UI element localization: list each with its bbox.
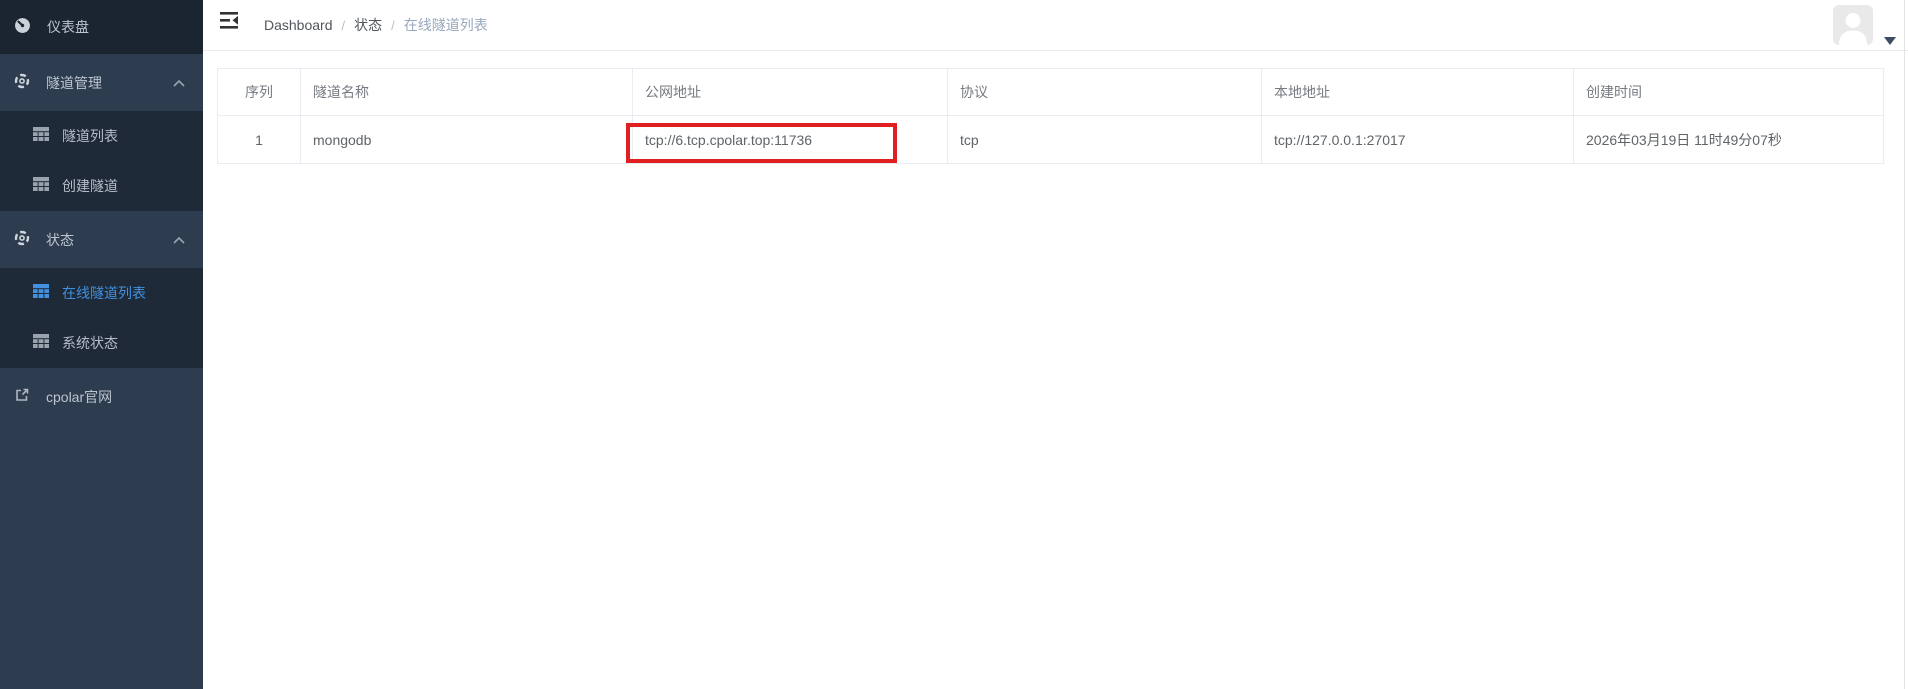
breadcrumb: Dashboard / 状态 / 在线隧道列表 [264,0,488,50]
cell-public-url: tcp://6.tcp.cpolar.top:11736 [632,115,948,164]
sidebar-item-create-tunnel[interactable]: 创建隧道 [0,161,203,211]
breadcrumb-item-status[interactable]: 状态 [354,15,382,35]
sidebar-item-dashboard[interactable]: 仪表盘 [0,0,203,54]
external-link-icon [14,387,30,406]
column-header-seq: 序列 [217,68,301,116]
cell-local-addr: tcp://127.0.0.1:27017 [1261,115,1574,164]
online-tunnel-table: 序列 隧道名称 公网地址 协议 本地地址 创建时间 1 mongodb tcp:… [217,68,1884,164]
top-navbar: Dashboard / 状态 / 在线隧道列表 [203,0,1908,51]
sidebar-submenu-status: 在线隧道列表 系统状态 [0,268,203,368]
window-edge-line [1904,0,1905,689]
sidebar-item-system-status[interactable]: 系统状态 [0,318,203,368]
main-content: Dashboard / 状态 / 在线隧道列表 序列 隧道名称 公网地址 协议 … [203,0,1908,689]
cell-tunnel-name: mongodb [300,115,633,164]
ring-icon [14,73,30,92]
chevron-up-icon [172,75,186,91]
app-window: 仪表盘 隧道管理 隧道列表 创建隧道 状态 在线隧道列表 系统状态 cpolar… [0,0,1908,689]
column-header-created-at: 创建时间 [1573,68,1884,116]
sidebar-group-tunnel-management[interactable]: 隧道管理 [0,54,203,111]
sidebar-item-label: 隧道列表 [62,128,118,144]
cell-protocol: tcp [947,115,1262,164]
table-header-row: 序列 隧道名称 公网地址 协议 本地地址 创建时间 [217,68,1884,116]
cell-seq: 1 [217,115,301,164]
column-header-protocol: 协议 [947,68,1262,116]
column-header-local-addr: 本地地址 [1261,68,1574,116]
table-grid-icon [33,127,49,145]
cell-created-at: 2026年03月19日 11时49分07秒 [1573,115,1884,164]
table-row: 1 mongodb tcp://6.tcp.cpolar.top:11736 t… [217,115,1884,164]
column-header-public-url: 公网地址 [632,68,948,116]
sidebar-item-label: 隧道管理 [46,74,102,91]
ring-icon [14,230,30,249]
sidebar-toggle-icon[interactable] [220,12,240,34]
table-grid-icon [33,334,49,352]
sidebar-item-label: 仪表盘 [47,19,89,35]
breadcrumb-separator: / [341,17,346,33]
caret-down-icon[interactable] [1884,37,1896,45]
sidebar-item-label: 在线隧道列表 [62,285,146,301]
avatar[interactable] [1833,5,1873,45]
breadcrumb-item-online-tunnel-list: 在线隧道列表 [403,17,488,33]
sidebar-item-online-tunnel-list[interactable]: 在线隧道列表 [0,268,203,318]
sidebar-item-cpolar-website[interactable]: cpolar官网 [0,368,203,425]
sidebar-item-label: 创建隧道 [62,178,118,194]
breadcrumb-separator: / [391,17,395,33]
breadcrumb-item-dashboard[interactable]: Dashboard [264,17,333,33]
table-grid-icon [33,284,49,302]
sidebar-item-label: 系统状态 [62,335,118,351]
sidebar-submenu-tunnel-management: 隧道列表 创建隧道 [0,111,203,211]
table-grid-icon [33,177,49,195]
sidebar: 仪表盘 隧道管理 隧道列表 创建隧道 状态 在线隧道列表 系统状态 cpolar… [0,0,203,689]
gauge-icon [14,17,31,37]
sidebar-item-label: 状态 [46,231,74,248]
column-header-tunnel-name: 隧道名称 [300,68,633,116]
chevron-up-icon [172,232,186,248]
sidebar-item-label: cpolar官网 [46,388,113,405]
sidebar-group-status[interactable]: 状态 [0,211,203,268]
tunnel-table-container: 序列 隧道名称 公网地址 协议 本地地址 创建时间 1 mongodb tcp:… [217,68,1884,164]
sidebar-filler [0,425,203,689]
sidebar-item-tunnel-list[interactable]: 隧道列表 [0,111,203,161]
